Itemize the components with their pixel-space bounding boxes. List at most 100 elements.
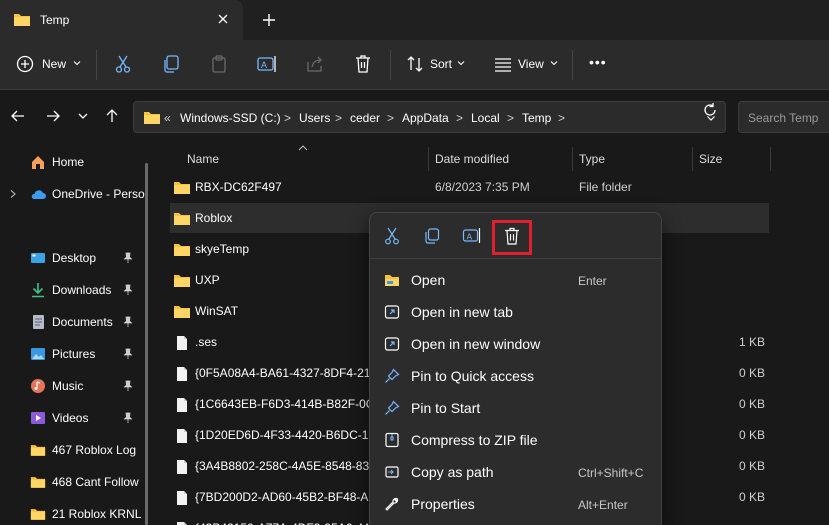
pin-icon[interactable] [122,348,134,360]
menu-item-open[interactable]: Open Enter [375,264,656,296]
context-menu: A Open Enter Open in new tab Open in new wi… [369,212,662,525]
file-name: RBX-DC62F497 [195,180,282,194]
menu-item-open-in-new-window[interactable]: Open in new window [375,328,656,360]
breadcrumb-local[interactable]: Local [471,111,500,125]
menu-item-pin-to-start[interactable]: Pin to Start [375,392,656,424]
folder-icon [14,14,30,26]
copy-icon[interactable] [160,53,182,75]
folder-icon [30,445,46,456]
pin-icon[interactable] [122,412,134,424]
folder-icon [174,306,190,318]
cut-icon[interactable] [112,53,134,75]
cut-icon[interactable] [382,226,402,246]
address-bar[interactable]: « Windows-SSD (C:) > Users > ceder > App… [133,101,726,133]
menu-item-compress-to-zip-file[interactable]: Compress to ZIP file [375,424,656,456]
rename-icon[interactable]: A [256,53,278,75]
file-size: 1 KB [738,335,765,349]
sidebar-item-label: Pictures [52,347,96,361]
sidebar-item-videos[interactable]: Videos [0,403,145,433]
desktop-icon [31,253,45,263]
sidebar-item-documents[interactable]: Documents [0,307,145,337]
sidebar-item-downloads[interactable]: Downloads [0,275,145,305]
menu-item-open-in-new-tab[interactable]: Open in new tab [375,296,656,328]
share-icon[interactable] [304,53,326,75]
rename-icon[interactable]: A [462,226,482,246]
copy-icon[interactable] [422,226,442,246]
close-icon[interactable] [215,11,231,27]
breadcrumb-separator[interactable]: > [558,111,565,125]
pin-icon[interactable] [122,380,134,392]
sidebar-item-468-cant-follow[interactable]: 468 Cant Follow [0,467,145,497]
sidebar-item-label: 468 Cant Follow [52,475,139,489]
new-button[interactable]: New [42,57,66,71]
breadcrumb-separator[interactable]: > [284,111,291,125]
pin-icon[interactable] [122,252,134,264]
breadcrumb-separator[interactable]: > [507,111,514,125]
recent-locations-chevron-icon[interactable] [75,108,91,124]
chevron-down-icon [73,61,81,66]
view-button[interactable]: View [518,57,544,71]
view-icon[interactable] [492,53,514,75]
copy-path-icon [385,466,399,478]
refresh-icon[interactable] [702,102,718,118]
folder-icon [144,112,160,124]
breadcrumb-users[interactable]: Users [299,111,330,125]
chevron-down-icon [457,61,465,66]
sidebar-item-home[interactable]: Home [0,147,145,177]
menu-item-label: Open [411,272,446,288]
sidebar-item-pictures[interactable]: Pictures [0,339,145,369]
breadcrumb-appdata[interactable]: AppData [402,111,449,125]
menu-item-properties[interactable]: Properties Alt+Enter [375,488,656,520]
sidebar-item-label: Desktop [52,251,97,265]
pin-icon[interactable] [122,284,134,296]
sort-button[interactable]: Sort [430,57,452,71]
pin-icon[interactable] [122,316,134,328]
breadcrumb-separator[interactable]: > [456,111,463,125]
breadcrumb-separator[interactable]: > [335,111,342,125]
column-header-type[interactable]: Type [579,152,605,166]
sidebar-item-21-roblox-krnl[interactable]: 21 Roblox KRNL [0,499,145,525]
menu-item-pin-to-quick-access[interactable]: Pin to Quick access [375,360,656,392]
new-tab-button[interactable] [260,11,278,29]
back-arrow-icon[interactable] [10,108,26,124]
paste-icon[interactable] [208,53,230,75]
sidebar-item-music[interactable]: Music [0,371,145,401]
more-options-button[interactable]: ••• [589,54,607,70]
chevron-down-icon [550,61,558,66]
sidebar-item-onedrive[interactable]: OneDrive - Perso [0,179,145,209]
up-arrow-icon[interactable] [104,108,120,124]
table-row[interactable]: RBX-DC62F497 6/8/2023 7:35 PM File folder [170,172,769,202]
forward-arrow-icon[interactable] [45,108,61,124]
sort-icon[interactable] [404,53,426,75]
tab-temp[interactable]: Temp [0,0,243,40]
menu-item-label: Properties [411,496,475,512]
sidebar-item-label: Home [52,155,85,169]
menu-item-label: Compress to ZIP file [411,432,538,448]
navigation-scrollbar[interactable] [145,163,148,525]
breadcrumb-separator[interactable]: > [387,111,394,125]
breadcrumb-temp[interactable]: Temp [522,111,551,125]
delete-icon[interactable] [352,53,374,75]
sidebar-item-467-roblox-log[interactable]: 467 Roblox Log [0,435,145,465]
breadcrumb-drive[interactable]: Windows-SSD (C:) [180,111,281,125]
file-size: 0 KB [738,397,765,411]
sidebar-item-label: Music [52,379,84,393]
new-window-icon [384,337,400,351]
menu-item-copy-as-path[interactable]: Copy as path Ctrl+Shift+C [375,456,656,488]
sidebar-item-desktop[interactable]: Desktop [0,243,145,273]
chevron-right-icon[interactable] [9,189,17,199]
column-divider[interactable] [572,147,573,171]
folder-icon [174,213,190,225]
column-header-size[interactable]: Size [699,152,722,166]
column-divider[interactable] [770,147,771,171]
search-input[interactable]: Search Temp [738,101,829,133]
column-divider[interactable] [692,147,693,171]
column-header-name[interactable]: Name [187,152,219,166]
title-bar: Temp [0,0,829,40]
breadcrumb-ceder[interactable]: ceder [350,111,380,125]
breadcrumb-overflow[interactable]: « [164,111,171,125]
column-header-date[interactable]: Date modified [435,152,509,166]
column-divider[interactable] [428,147,429,171]
new-icon[interactable] [14,53,36,75]
file-icon [177,522,187,525]
